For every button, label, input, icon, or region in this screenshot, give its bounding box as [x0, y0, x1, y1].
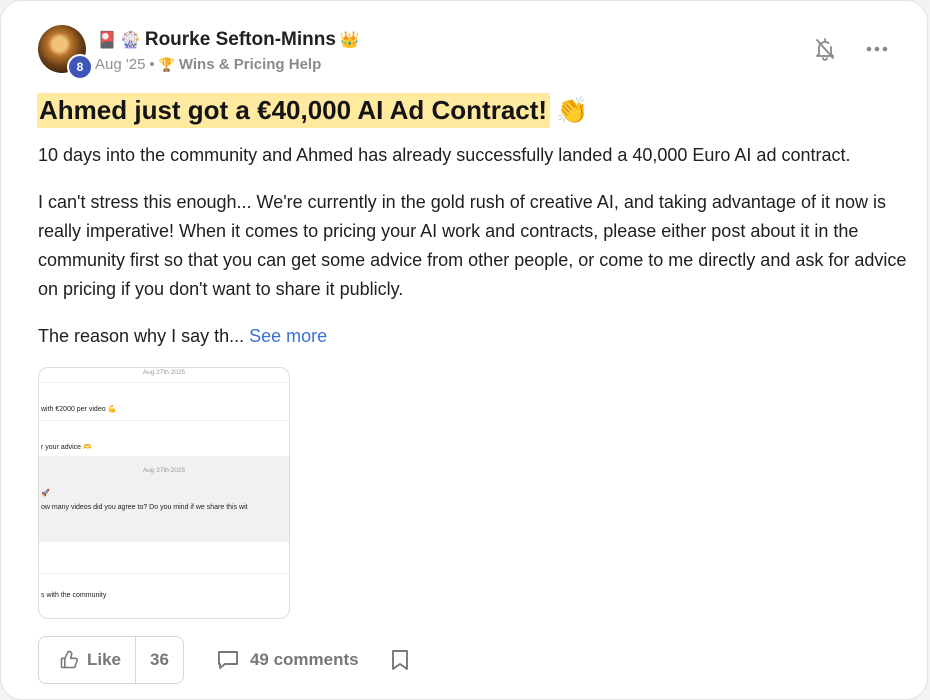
- attachment-message: 🚀: [41, 490, 50, 497]
- bell-off-icon[interactable]: [813, 37, 837, 61]
- divider: [39, 534, 289, 535]
- like-label: Like: [87, 650, 122, 669]
- post-title[interactable]: Ahmed just got a €40,000 AI Ad Contract!: [37, 93, 551, 128]
- more-horizontal-icon[interactable]: [865, 37, 889, 61]
- post-meta: Aug '25 • 🏆 Wins & Pricing Help: [95, 56, 321, 73]
- post-date[interactable]: Aug '25: [95, 56, 145, 73]
- bookmark-icon[interactable]: [391, 649, 409, 671]
- attachment-thumbnail[interactable]: Aug 27th 2025 with €2000 per video 💪 r y…: [38, 367, 290, 619]
- author-name[interactable]: Rourke Sefton-Minns: [145, 29, 336, 51]
- divider: [39, 573, 289, 574]
- attachment-date-2: Aug 27th 2025: [142, 467, 186, 474]
- category-link[interactable]: Wins & Pricing Help: [179, 56, 321, 73]
- comment-icon: [216, 649, 240, 671]
- like-count[interactable]: 36: [136, 637, 183, 683]
- attachment-message: s with the community: [41, 592, 107, 599]
- attachment-message: r your advice 🫶: [41, 444, 92, 451]
- attachment-date-1: Aug 27th 2025: [142, 369, 186, 376]
- like-button[interactable]: Like: [39, 637, 137, 683]
- see-more-link[interactable]: See more: [249, 326, 327, 346]
- clap-emoji: 👏: [556, 95, 589, 125]
- post-paragraph-1: 10 days into the community and Ahmed has…: [38, 145, 851, 165]
- post-title-row: Ahmed just got a €40,000 AI Ad Contract!…: [37, 93, 588, 128]
- teaser-text: The reason why I say th...: [38, 326, 245, 346]
- level-badge: 8: [67, 54, 93, 80]
- author-emoji-1: 🎴: [97, 32, 117, 49]
- thumbs-up-icon: [59, 650, 79, 670]
- post-paragraph-2: I can't stress this enough... We're curr…: [38, 192, 907, 299]
- divider: [39, 382, 289, 383]
- post-teaser: The reason why I say th... See more: [38, 322, 908, 351]
- author-crown: 👑: [339, 32, 360, 49]
- avatar-container[interactable]: 8: [38, 25, 93, 80]
- attachment-message: ow many videos did you agree to? Do you …: [41, 504, 248, 511]
- post-actions: Like 36 49 comments: [38, 636, 409, 684]
- category-icon: 🏆: [158, 56, 175, 72]
- post-card: 8 🎴 🎡 Rourke Sefton-Minns 👑 Aug '25 • 🏆 …: [0, 0, 928, 700]
- attachment-message: with €2000 per video 💪: [41, 406, 117, 413]
- comments-button[interactable]: 49 comments: [216, 649, 359, 671]
- author-emoji-2: 🎡: [120, 32, 141, 49]
- author-row: 🎴 🎡 Rourke Sefton-Minns 👑: [97, 29, 360, 51]
- post-top-actions: [813, 37, 889, 61]
- post-body: 10 days into the community and Ahmed has…: [38, 141, 908, 369]
- like-group: Like 36: [38, 636, 184, 684]
- comments-label: 49 comments: [249, 650, 359, 669]
- meta-separator: •: [149, 56, 155, 73]
- divider: [39, 420, 289, 421]
